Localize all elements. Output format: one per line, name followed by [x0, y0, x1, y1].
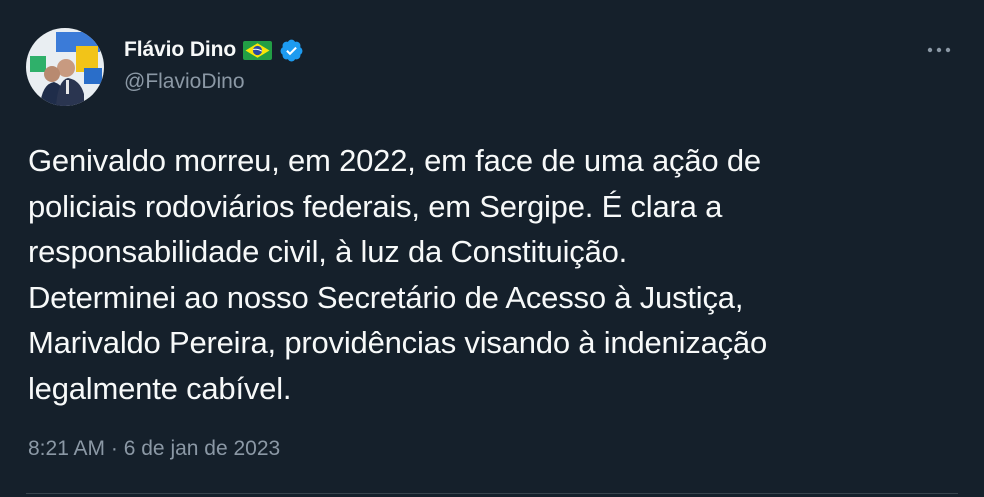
avatar-photo — [26, 28, 104, 106]
author-handle[interactable]: @FlavioDino — [124, 70, 245, 94]
more-options-button[interactable] — [922, 36, 956, 64]
verified-badge-icon — [279, 38, 304, 63]
brazil-flag-icon — [243, 40, 273, 60]
meta-separator: · — [105, 437, 124, 460]
avatar[interactable] — [26, 28, 104, 106]
tweet-time[interactable]: 8:21 AM — [28, 437, 105, 461]
tweet-card: Flávio Dino @FlavioDino Genivaldo morreu… — [0, 0, 984, 497]
author-name-row: Flávio Dino — [124, 36, 304, 64]
tweet-date[interactable]: 6 de jan de 2023 — [124, 437, 280, 461]
more-options-icon — [927, 47, 951, 53]
tweet-text: Genivaldo morreu, em 2022, em face de um… — [28, 143, 767, 406]
tweet-meta: 8:21 AM · 6 de jan de 2023 — [28, 437, 280, 461]
author-display-name[interactable]: Flávio Dino — [124, 38, 236, 62]
divider — [26, 493, 958, 494]
